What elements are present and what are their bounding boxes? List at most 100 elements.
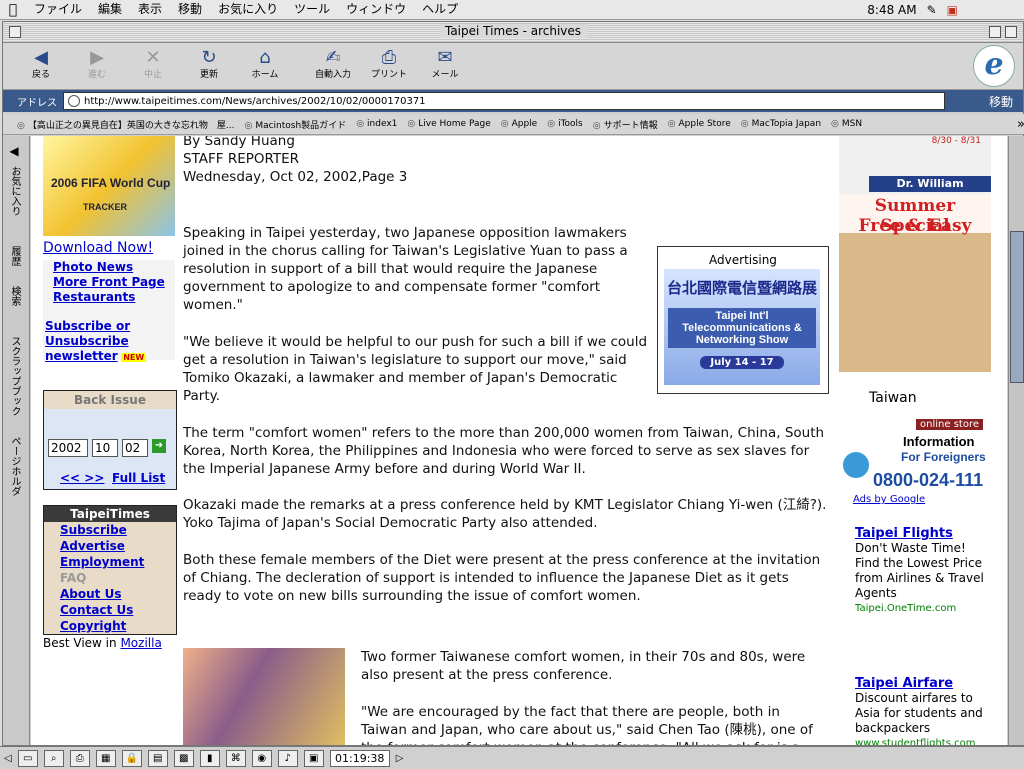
autofill-pen-icon: ✍ [325, 47, 341, 68]
print-button[interactable]: ⎙ プリント [361, 47, 417, 81]
favorite-item[interactable]: Apple [501, 119, 538, 129]
lock-icon[interactable]: 🔒 [121, 749, 142, 767]
cd-icon[interactable]: ◉ [251, 749, 272, 767]
stop-button[interactable]: ✕ 中止 [125, 47, 181, 81]
best-view-note: Best View in Mozilla [43, 636, 162, 650]
menu-tools[interactable]: ツール [286, 0, 338, 19]
go-arrow-icon[interactable]: ➜ [152, 439, 166, 453]
employment-link[interactable]: Employment [60, 554, 176, 570]
address-url: http://www.taipeitimes.com/News/archives… [84, 95, 426, 107]
mail-button[interactable]: ✉ メール [417, 47, 473, 81]
month-input[interactable]: 10 [92, 439, 118, 457]
floppy-icon[interactable]: ▤ [147, 749, 168, 767]
palace-store-ad[interactable]: Taiwan online store [839, 372, 991, 430]
subscribe-link[interactable]: Subscribe [60, 522, 176, 538]
google-ad: Taipei Flights Don't Waste Time! Find th… [855, 526, 987, 616]
file-sharing-icon[interactable]: ▣ [303, 749, 324, 767]
search-icon[interactable]: ⌕ [43, 749, 64, 767]
subscribe-newsletter-link[interactable]: Subscribe or Unsubscribe newsletter [45, 319, 130, 363]
app-switcher-icon[interactable]: ▣ [947, 3, 958, 17]
prev-next-link[interactable]: << >> [60, 471, 104, 485]
home-icon: ⌂ [259, 47, 271, 68]
favorite-item[interactable]: iTools [547, 119, 583, 129]
title-bar[interactable]: Taipei Times - archives [3, 22, 1023, 43]
collapse-box-icon[interactable] [1005, 26, 1017, 38]
printer-icon: ⎙ [381, 47, 397, 68]
favorite-item[interactable]: Live Home Page [407, 119, 490, 129]
article-photo [183, 648, 345, 745]
window-title: Taipei Times - archives [438, 24, 588, 38]
copyright-link[interactable]: Copyright [60, 618, 176, 634]
full-list-link[interactable]: Full List [112, 471, 165, 485]
menu-go[interactable]: 移動 [170, 0, 210, 19]
ads-by-google-link[interactable]: Ads by Google [853, 494, 925, 505]
favorite-item[interactable]: Apple Store [668, 119, 730, 129]
network-icon[interactable]: ⌘ [225, 749, 246, 767]
sidebar-collapse-icon[interactable]: ◀ [7, 144, 21, 158]
tab-search[interactable]: 検索 [7, 286, 22, 306]
foreigner-info-ad[interactable]: Information For Foreigners 0800-024-111 [839, 430, 991, 492]
article-paragraph: Speaking in Taipei yesterday, two Japane… [183, 225, 628, 313]
about-us-link[interactable]: About Us [60, 586, 176, 602]
contact-us-link[interactable]: Contact Us [60, 602, 176, 618]
zoom-box-icon[interactable] [989, 26, 1001, 38]
autofill-button[interactable]: ✍ 自動入力 [305, 47, 361, 81]
restaurants-link[interactable]: Restaurants [53, 290, 175, 305]
strip-collapse-icon[interactable]: ◁ [4, 753, 12, 764]
calendar-icon[interactable]: ▦ [95, 749, 116, 767]
vertical-scrollbar[interactable] [1008, 136, 1024, 745]
year-input[interactable]: 2002 [48, 439, 88, 457]
monitor-icon[interactable]: ▭ [17, 749, 38, 767]
favorite-item[interactable]: MSN [831, 119, 862, 129]
printer-strip-icon[interactable]: ⎙ [69, 749, 90, 767]
back-issue-title: Back Issue [44, 391, 176, 409]
menu-edit[interactable]: 編集 [90, 0, 130, 19]
elapsed-timer[interactable]: 01:19:38 [329, 749, 390, 767]
favorites-bar: 【高山正之の異見自在】英国の大きな忘れ物 屋... Macintosh製品ガイド… [3, 114, 1024, 135]
favorite-item[interactable]: MacTopia Japan [741, 119, 821, 129]
quick-links: Photo News More Front Page Restaurants S… [43, 260, 175, 363]
favorite-item[interactable]: index1 [356, 119, 397, 129]
download-now-link[interactable]: Download Now! [43, 240, 153, 256]
refresh-button[interactable]: ↻ 更新 [181, 47, 237, 81]
back-button[interactable]: ◀ 戻る [13, 47, 69, 81]
tab-history[interactable]: 履歴 [7, 246, 22, 266]
strip-expand-icon[interactable]: ▷ [396, 753, 404, 764]
mozilla-link[interactable]: Mozilla [120, 636, 161, 650]
day-input[interactable]: 02 [122, 439, 148, 457]
tab-scrapbook[interactable]: スクラップブック [7, 336, 22, 416]
go-button[interactable]: 移動 [989, 93, 1023, 110]
color-bars-icon[interactable]: ▮ [199, 749, 220, 767]
google-ad-title[interactable]: Taipei Airfare [855, 676, 987, 691]
favorite-item[interactable]: Macintosh製品ガイド [244, 118, 346, 131]
menu-view[interactable]: 表示 [130, 0, 170, 19]
menu-file[interactable]: ファイル [26, 0, 90, 19]
address-input[interactable]: http://www.taipeitimes.com/News/archives… [63, 92, 945, 110]
taipei-times-box: TaipeiTimes Subscribe Advertise Employme… [43, 505, 177, 635]
favorite-item[interactable]: 【高山正之の異見自在】英国の大きな忘れ物 屋... [17, 118, 235, 131]
more-favorites-icon[interactable]: » [1017, 117, 1024, 132]
telecom-show-ad[interactable]: 台北國際電信暨網路展 Taipei Int'l Telecommunicatio… [664, 269, 820, 385]
scroll-thumb[interactable] [1010, 231, 1024, 383]
photo-news-link[interactable]: Photo News [53, 260, 175, 275]
checkerboard-icon[interactable]: ▩ [173, 749, 194, 767]
world-cup-banner[interactable]: 2006 FIFA World Cup TRACKER [43, 136, 175, 236]
summer-special-ad[interactable]: Summer Special Free & Easy [839, 194, 991, 372]
info-globe-icon [843, 452, 869, 478]
more-front-page-link[interactable]: More Front Page [53, 275, 175, 290]
tab-page-holder[interactable]: ページホルダ [7, 436, 22, 496]
menu-window[interactable]: ウィンドウ [338, 0, 414, 19]
pencil-icon[interactable]: ✎ [927, 3, 937, 17]
apple-menu-icon[interactable]:  [0, 2, 26, 18]
forward-button[interactable]: ▶ 進む [69, 47, 125, 81]
menu-favorites[interactable]: お気に入り [210, 0, 286, 19]
home-button[interactable]: ⌂ ホーム [237, 47, 293, 81]
menubar-clock[interactable]: 8:48 AM [867, 3, 916, 17]
menu-help[interactable]: ヘルプ [414, 0, 466, 19]
tour-ad-banner[interactable]: 8/30 - 8/31 Dr. William Rothwell [839, 136, 991, 206]
advertise-link[interactable]: Advertise [60, 538, 176, 554]
speaker-icon[interactable]: ♪ [277, 749, 298, 767]
google-ad-title[interactable]: Taipei Flights [855, 526, 987, 541]
favorite-item[interactable]: サポート情報 [593, 118, 658, 131]
tab-favorites[interactable]: お気に入り [7, 166, 22, 216]
